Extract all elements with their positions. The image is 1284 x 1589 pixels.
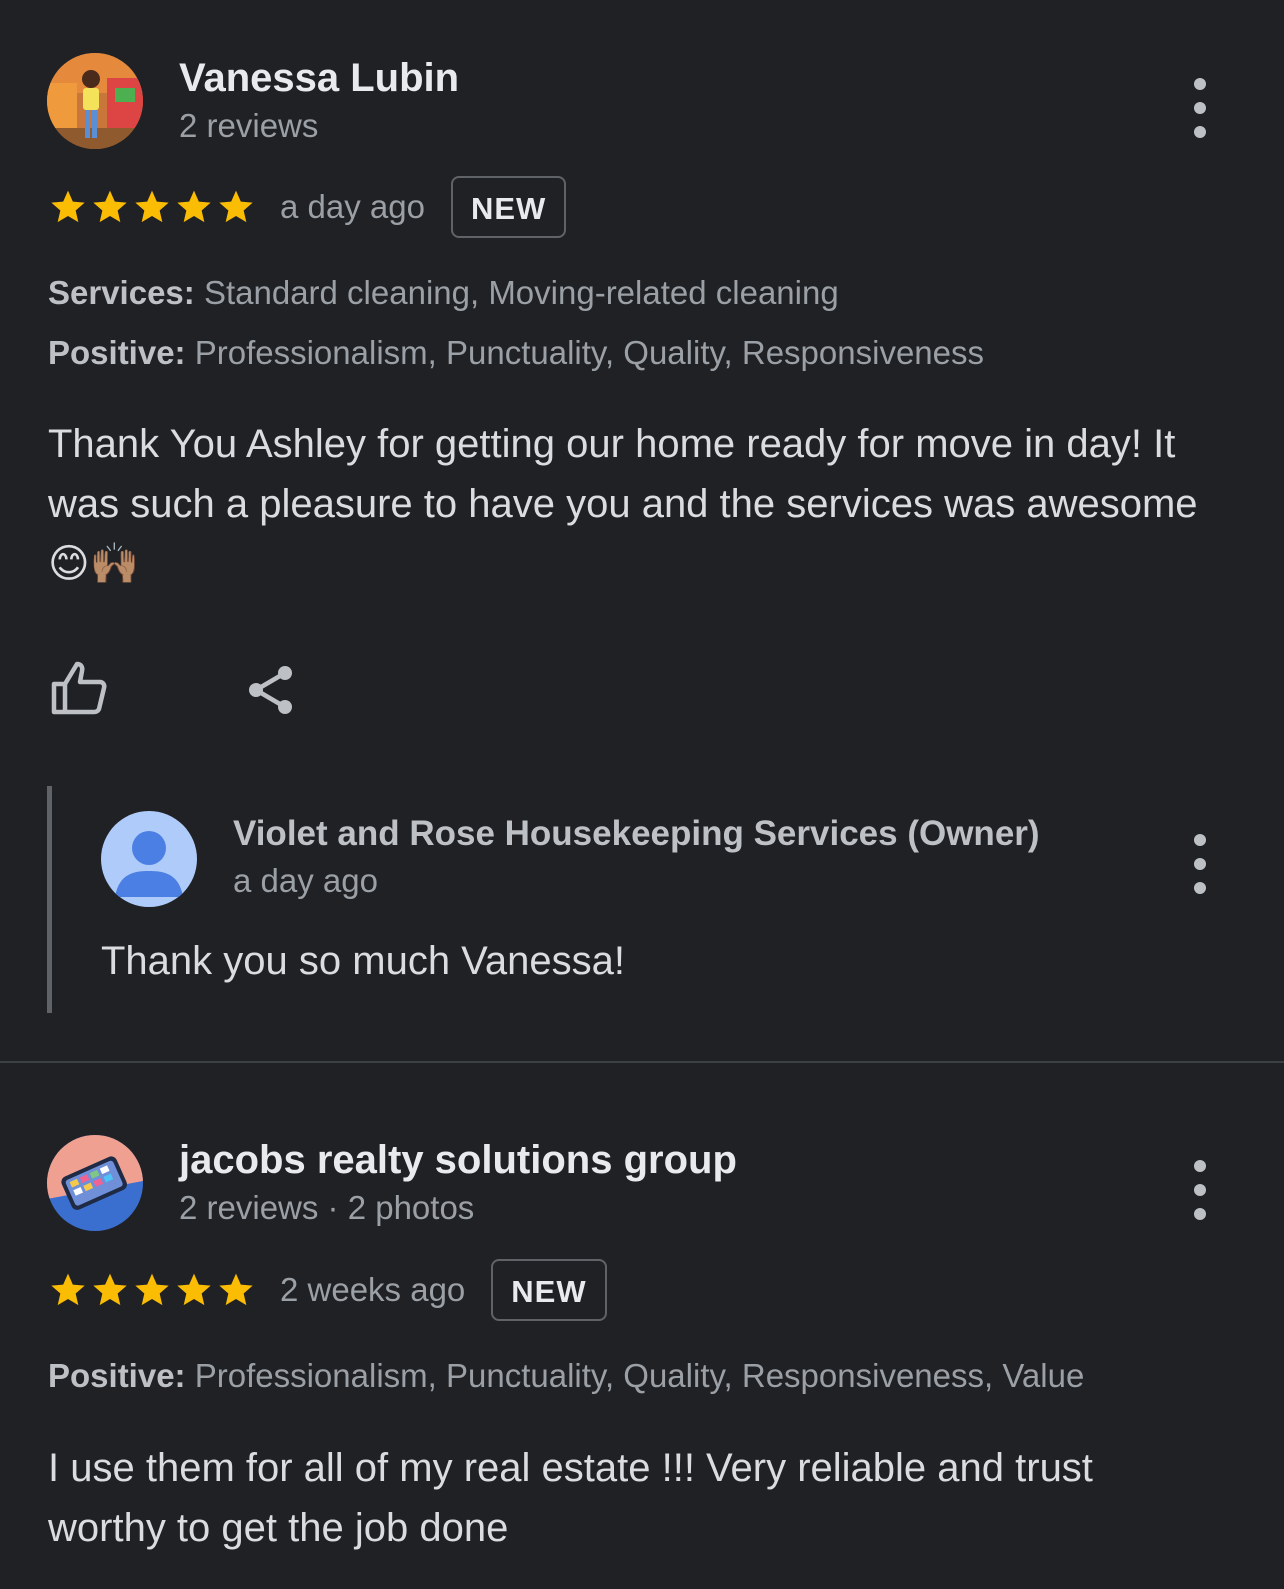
new-badge: NEW [491,1259,607,1321]
star-icon [216,187,256,227]
star-icon [174,1270,214,1310]
star-rating [48,187,256,227]
services-value: Standard cleaning, Moving-related cleani… [203,274,839,311]
reviewer-name[interactable]: jacobs realty solutions group [179,1138,737,1183]
review-text: Thank You Ashley for getting our home re… [48,422,1198,586]
reply-divider [47,786,52,1013]
reviewer-name[interactable]: Vanessa Lubin [179,56,459,101]
star-icon [48,187,88,227]
star-icon [48,1270,88,1310]
star-rating [48,1270,256,1310]
person-icon [115,831,183,897]
star-icon [132,1270,172,1310]
owner-name: Violet and Rose Housekeeping Services (O… [233,814,1040,853]
reviewer-avatar[interactable] [47,53,143,149]
reviewer-meta[interactable]: 2 reviews [179,107,318,145]
more-options-icon[interactable] [1180,1160,1220,1220]
more-options-icon[interactable] [1180,78,1220,138]
share-button[interactable] [246,664,296,721]
services-attribute: Services: Standard cleaning, Moving-rela… [48,274,839,312]
star-icon [216,1270,256,1310]
review-time: a day ago [280,188,425,225]
star-icon [90,187,130,227]
new-badge: NEW [450,176,567,238]
star-icon [90,1270,130,1310]
star-icon [174,187,214,227]
like-button[interactable] [50,660,108,721]
thumbs-up-icon [51,661,107,715]
positive-attribute: Positive: Professionalism, Punctuality, … [48,334,984,372]
positive-label: Positive: [48,1357,186,1394]
positive-attribute: Positive: Professionalism, Punctuality, … [48,1357,1084,1395]
reviewer-avatar[interactable] [47,1135,143,1231]
reply-more-options-icon[interactable] [1180,834,1220,894]
rating-row: 2 weeks ago NEW [48,1257,607,1323]
review-divider [0,1061,1284,1063]
reviewer-photo [47,53,143,149]
services-label: Services: [48,274,195,311]
share-icon [249,666,292,714]
review-time: 2 weeks ago [280,1271,466,1308]
reply-time: a day ago [233,862,378,899]
positive-value: Professionalism, Punctuality, Quality, R… [194,1357,1085,1394]
reviewer-photo [47,1135,143,1231]
review-text: I use them for all of my real estate !!!… [48,1446,1093,1550]
positive-value: Professionalism, Punctuality, Quality, R… [194,334,985,371]
rating-row: a day ago NEW [48,174,567,240]
star-icon [132,187,172,227]
reply-text: Thank you so much Vanessa! [101,939,625,983]
owner-avatar[interactable] [101,811,197,907]
reviewer-meta[interactable]: 2 reviews · 2 photos [179,1189,474,1227]
positive-label: Positive: [48,334,186,371]
